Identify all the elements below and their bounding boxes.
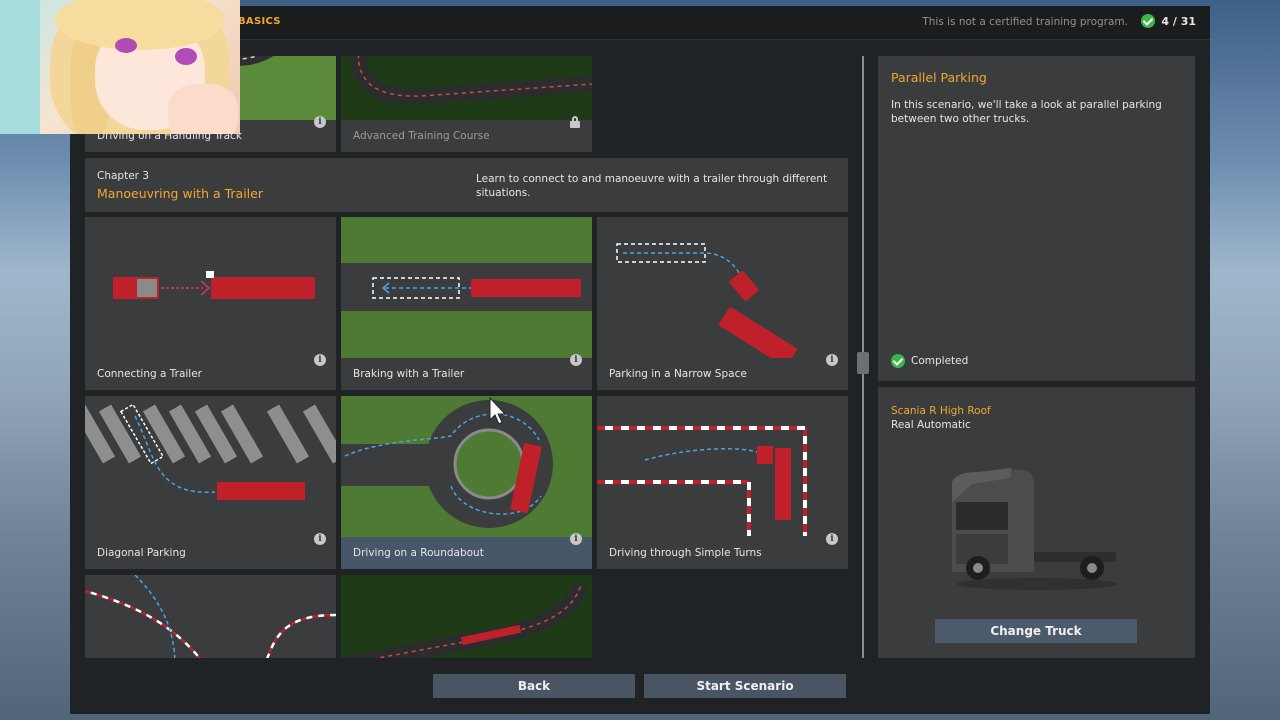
tile-advanced-course[interactable]: Advanced Training Course [341,56,592,152]
scrollbar-handle[interactable] [857,352,869,374]
tile-label: Parking in a Narrow Space [609,368,747,380]
training-window: BASICS This is not a certified training … [70,6,1210,714]
info-icon[interactable]: i [570,533,582,545]
scenario-details: Parallel Parking In this scenario, we'll… [878,56,1195,381]
status-label: Completed [911,355,969,367]
tile-connecting-trailer[interactable]: Connecting a Trailer i [85,217,336,390]
breadcrumb[interactable]: BASICS [238,16,281,27]
check-icon [891,354,905,368]
tile-label: Advanced Training Course [353,130,490,142]
tile-label: Driving through Simple Turns [609,547,762,559]
tile-narrow-space[interactable]: Parking in a Narrow Space i [597,217,848,390]
info-icon[interactable]: i [314,354,326,366]
scenario-list[interactable]: Driving on a Handling Track i Advanced T… [85,56,849,658]
truck-name: Scania R High Roof [891,405,991,417]
tile-label: Connecting a Trailer [97,368,202,380]
info-icon[interactable]: i [314,533,326,545]
chapter-description: Learn to connect to and manoeuvre with a… [476,173,828,199]
tile-label: Driving on a Roundabout [353,547,484,559]
tile-label: Diagonal Parking [97,547,186,559]
info-icon[interactable]: i [826,354,838,366]
progress-counter: 4 / 31 [1141,14,1196,28]
truck-panel: Scania R High Roof Real Automatic Change… [878,387,1195,658]
tile-thumbnail [85,217,336,358]
change-truck-button[interactable]: Change Truck [935,619,1137,643]
tile-thumbnail [85,575,336,658]
top-bar: BASICS This is not a certified training … [70,6,1210,40]
truck-transmission: Real Automatic [891,419,971,431]
tile-caption: Connecting a Trailer [85,358,336,390]
tile-caption: Advanced Training Course [341,120,592,152]
chapter-header: Chapter 3 Manoeuvring with a Trailer Lea… [85,158,848,212]
tile-thumbnail [341,575,592,658]
tile-thumbnail [341,56,592,120]
tile-partial[interactable] [85,575,336,658]
mouse-cursor-icon [489,396,507,425]
chapter-title: Manoeuvring with a Trailer [97,186,263,201]
tile-caption: Diagonal Parking [85,537,336,569]
scenario-description: In this scenario, we'll take a look at p… [891,99,1162,125]
start-scenario-button[interactable]: Start Scenario [644,674,846,698]
tile-simple-turns[interactable]: Driving through Simple Turns i [597,396,848,569]
disclaimer-text: This is not a certified training program… [922,16,1128,28]
info-icon[interactable]: i [570,354,582,366]
progress-value: 4 / 31 [1161,14,1196,28]
tile-partial[interactable] [341,575,592,658]
back-button[interactable]: Back [433,674,635,698]
info-icon[interactable]: i [826,533,838,545]
streamer-avatar-overlay [0,0,240,134]
lock-icon [570,116,580,128]
completed-status: Completed [891,354,968,368]
tile-roundabout[interactable]: Driving on a Roundabout i [341,396,592,569]
info-icon[interactable]: i [314,116,326,128]
tile-caption: Driving on a Roundabout [341,537,592,569]
tile-caption: Driving through Simple Turns [597,537,848,569]
tile-thumbnail [341,217,592,358]
tile-thumbnail [597,217,848,358]
tile-label: Braking with a Trailer [353,368,465,380]
tile-thumbnail [85,396,336,537]
tile-diagonal-parking[interactable]: Diagonal Parking i [85,396,336,569]
tile-caption: Parking in a Narrow Space [597,358,848,390]
tile-thumbnail [341,396,592,537]
tile-caption: Braking with a Trailer [341,358,592,390]
check-icon [1141,14,1156,28]
scenario-title: Parallel Parking [891,70,987,85]
tile-thumbnail [597,396,848,537]
truck-image [952,468,1117,590]
tile-braking-trailer[interactable]: Braking with a Trailer i [341,217,592,390]
chapter-number: Chapter 3 [97,170,149,182]
